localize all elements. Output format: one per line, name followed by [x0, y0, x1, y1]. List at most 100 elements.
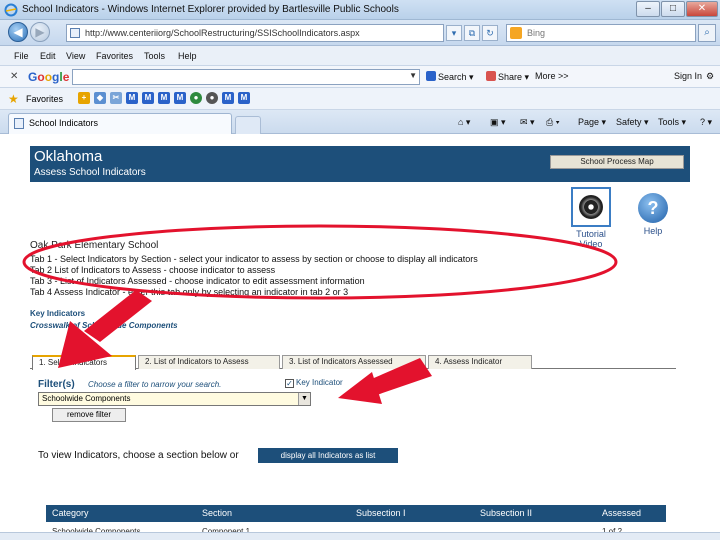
- back-button[interactable]: ◀: [8, 22, 28, 42]
- filter-select-value: Schoolwide Components: [42, 394, 131, 403]
- m-link-icon[interactable]: M: [238, 92, 250, 104]
- page-content: Oklahoma Assess School Indicators School…: [0, 135, 720, 540]
- share-label: Share: [498, 72, 523, 82]
- search-input[interactable]: Bing: [506, 24, 696, 42]
- filter-hint: Choose a filter to narrow your search.: [88, 380, 222, 389]
- tab-list-to-assess[interactable]: 2. List of Indicators to Assess: [138, 355, 280, 369]
- safety-menu-label: Safety: [616, 117, 642, 127]
- globe-icon[interactable]: ●: [190, 92, 202, 104]
- m-link-icon[interactable]: M: [222, 92, 234, 104]
- favorites-label[interactable]: Favorites: [26, 94, 63, 104]
- maximize-button[interactable]: □: [661, 1, 685, 17]
- menu-favorites[interactable]: Favorites: [96, 51, 133, 61]
- bing-icon: [510, 27, 522, 39]
- menu-file[interactable]: File: [14, 51, 29, 61]
- page-subtitle: Assess School Indicators: [34, 167, 146, 178]
- page-title: Oklahoma: [34, 148, 103, 165]
- internet-explorer-icon: [4, 3, 18, 17]
- crosswalk-link[interactable]: Crosswalk of Schoolwide Components: [30, 321, 178, 330]
- google-search-button[interactable]: Search ▾: [426, 71, 474, 83]
- help-icon[interactable]: ? ▾: [700, 117, 712, 128]
- m-link-icon[interactable]: M: [158, 92, 170, 104]
- mail-icon[interactable]: ✉ ▾: [520, 117, 535, 128]
- tab-list-assessed[interactable]: 3. List of Indicators Assessed: [282, 355, 426, 369]
- forward-button[interactable]: ▶: [30, 22, 50, 42]
- tab-select-indicators[interactable]: 1. Select Indicators: [32, 355, 136, 370]
- browser-tab[interactable]: School Indicators: [8, 113, 232, 134]
- share-icon: [486, 71, 496, 81]
- page-icon: [70, 28, 80, 38]
- address-bar: ◀ ▶ http://www.centeriiorg/SchoolRestruc…: [0, 20, 720, 46]
- close-toolbar-icon[interactable]: ✕: [10, 71, 18, 82]
- favorites-bar: ★ Favorites + ◆ ✂ M M M M ● ● M M: [0, 88, 720, 110]
- close-window-button[interactable]: ✕: [686, 1, 718, 17]
- search-icon[interactable]: ⌕: [698, 24, 716, 42]
- indicator-tabs: 1. Select Indicators 2. List of Indicato…: [30, 353, 676, 370]
- new-tab-button[interactable]: [235, 116, 261, 134]
- web-slice-icon[interactable]: ✂: [110, 92, 122, 104]
- tab-instruction-4: Tab 4 Assess Indicator - enter this tab …: [30, 287, 349, 297]
- menu-tools[interactable]: Tools: [144, 51, 165, 61]
- m-link-icon[interactable]: M: [126, 92, 138, 104]
- film-reel-icon: [571, 187, 611, 227]
- google-logo: Google: [28, 70, 70, 84]
- menu-help[interactable]: Help: [178, 51, 197, 61]
- tutorial-video-link[interactable]: Tutorial Video: [570, 187, 612, 249]
- print-icon[interactable]: ⎙ ▾: [546, 117, 559, 128]
- google-search-label: Search: [438, 72, 467, 82]
- help-link[interactable]: ? Help: [638, 193, 668, 236]
- column-category[interactable]: Category: [52, 508, 89, 518]
- add-favorite-icon[interactable]: +: [78, 92, 90, 104]
- menu-view[interactable]: View: [66, 51, 85, 61]
- filter-select[interactable]: Schoolwide Components ▼: [38, 392, 311, 406]
- tutorial-video-label: Tutorial Video: [576, 229, 606, 249]
- column-section[interactable]: Section: [202, 508, 232, 518]
- chevron-down-icon[interactable]: ▼: [409, 71, 417, 80]
- m-link-icon[interactable]: M: [142, 92, 154, 104]
- sign-in-button[interactable]: Sign In: [674, 71, 702, 81]
- tab-instruction-3: Tab 3 - List of Indicators Assessed - ch…: [30, 276, 365, 286]
- home-icon[interactable]: ⌂ ▾: [458, 117, 470, 128]
- page-menu[interactable]: Page ▾: [578, 117, 606, 128]
- column-subsection-1[interactable]: Subsection I: [356, 508, 406, 518]
- tab-bar: School Indicators ⌂ ▾ ▣ ▾ ✉ ▾ ⎙ ▾ Page ▾…: [0, 110, 720, 134]
- page-menu-label: Page: [578, 117, 600, 127]
- column-assessed[interactable]: Assessed: [602, 508, 641, 518]
- tools-menu[interactable]: Tools ▾: [658, 117, 686, 128]
- suggested-sites-icon[interactable]: ◆: [94, 92, 106, 104]
- circle-link-icon[interactable]: ●: [206, 92, 218, 104]
- dropdown-icon[interactable]: ▾: [446, 25, 462, 41]
- search-icon: [426, 71, 436, 81]
- checkbox-checked-icon[interactable]: ✓: [285, 379, 294, 388]
- key-indicator-checkbox[interactable]: ✓ Key Indicator: [285, 378, 343, 388]
- safety-menu[interactable]: Safety ▾: [616, 117, 649, 128]
- column-subsection-2[interactable]: Subsection II: [480, 508, 532, 518]
- refresh-icon[interactable]: ↻: [482, 25, 498, 41]
- search-placeholder: Bing: [527, 28, 546, 38]
- page-icon: [14, 118, 24, 129]
- share-button[interactable]: Share ▾: [486, 71, 529, 83]
- minimize-button[interactable]: –: [636, 1, 660, 17]
- google-search-input[interactable]: ▼: [72, 69, 420, 85]
- menu-edit[interactable]: Edit: [40, 51, 56, 61]
- more-button[interactable]: More >>: [535, 71, 569, 81]
- tab-title: School Indicators: [29, 118, 99, 128]
- school-process-map-button[interactable]: School Process Map: [550, 155, 684, 169]
- favorites-star-icon[interactable]: ★: [8, 92, 19, 106]
- display-all-indicators-button[interactable]: display all Indicators as list: [258, 448, 398, 463]
- remove-filter-button[interactable]: remove filter: [52, 408, 126, 422]
- tab-assess-indicator[interactable]: 4. Assess Indicator: [428, 355, 532, 369]
- key-indicator-checkbox-label: Key Indicator: [296, 378, 343, 387]
- help-icon: ?: [638, 193, 668, 223]
- filter-label: Filter(s): [38, 379, 75, 390]
- feeds-icon[interactable]: ▣ ▾: [490, 117, 506, 128]
- to-view-instruction: To view Indicators, choose a section bel…: [38, 450, 239, 461]
- chevron-down-icon[interactable]: ▼: [298, 393, 310, 405]
- m-link-icon[interactable]: M: [174, 92, 186, 104]
- key-indicators-link[interactable]: Key Indicators: [30, 309, 85, 318]
- compatibility-icon[interactable]: ⧉: [464, 25, 480, 41]
- url-input[interactable]: http://www.centeriiorg/SchoolRestructuri…: [66, 24, 444, 42]
- wrench-icon[interactable]: ⚙: [706, 71, 714, 82]
- google-toolbar: ✕ Google ▼ Search ▾ Share ▾ More >> Sign…: [0, 66, 720, 88]
- help-label: Help: [643, 226, 663, 236]
